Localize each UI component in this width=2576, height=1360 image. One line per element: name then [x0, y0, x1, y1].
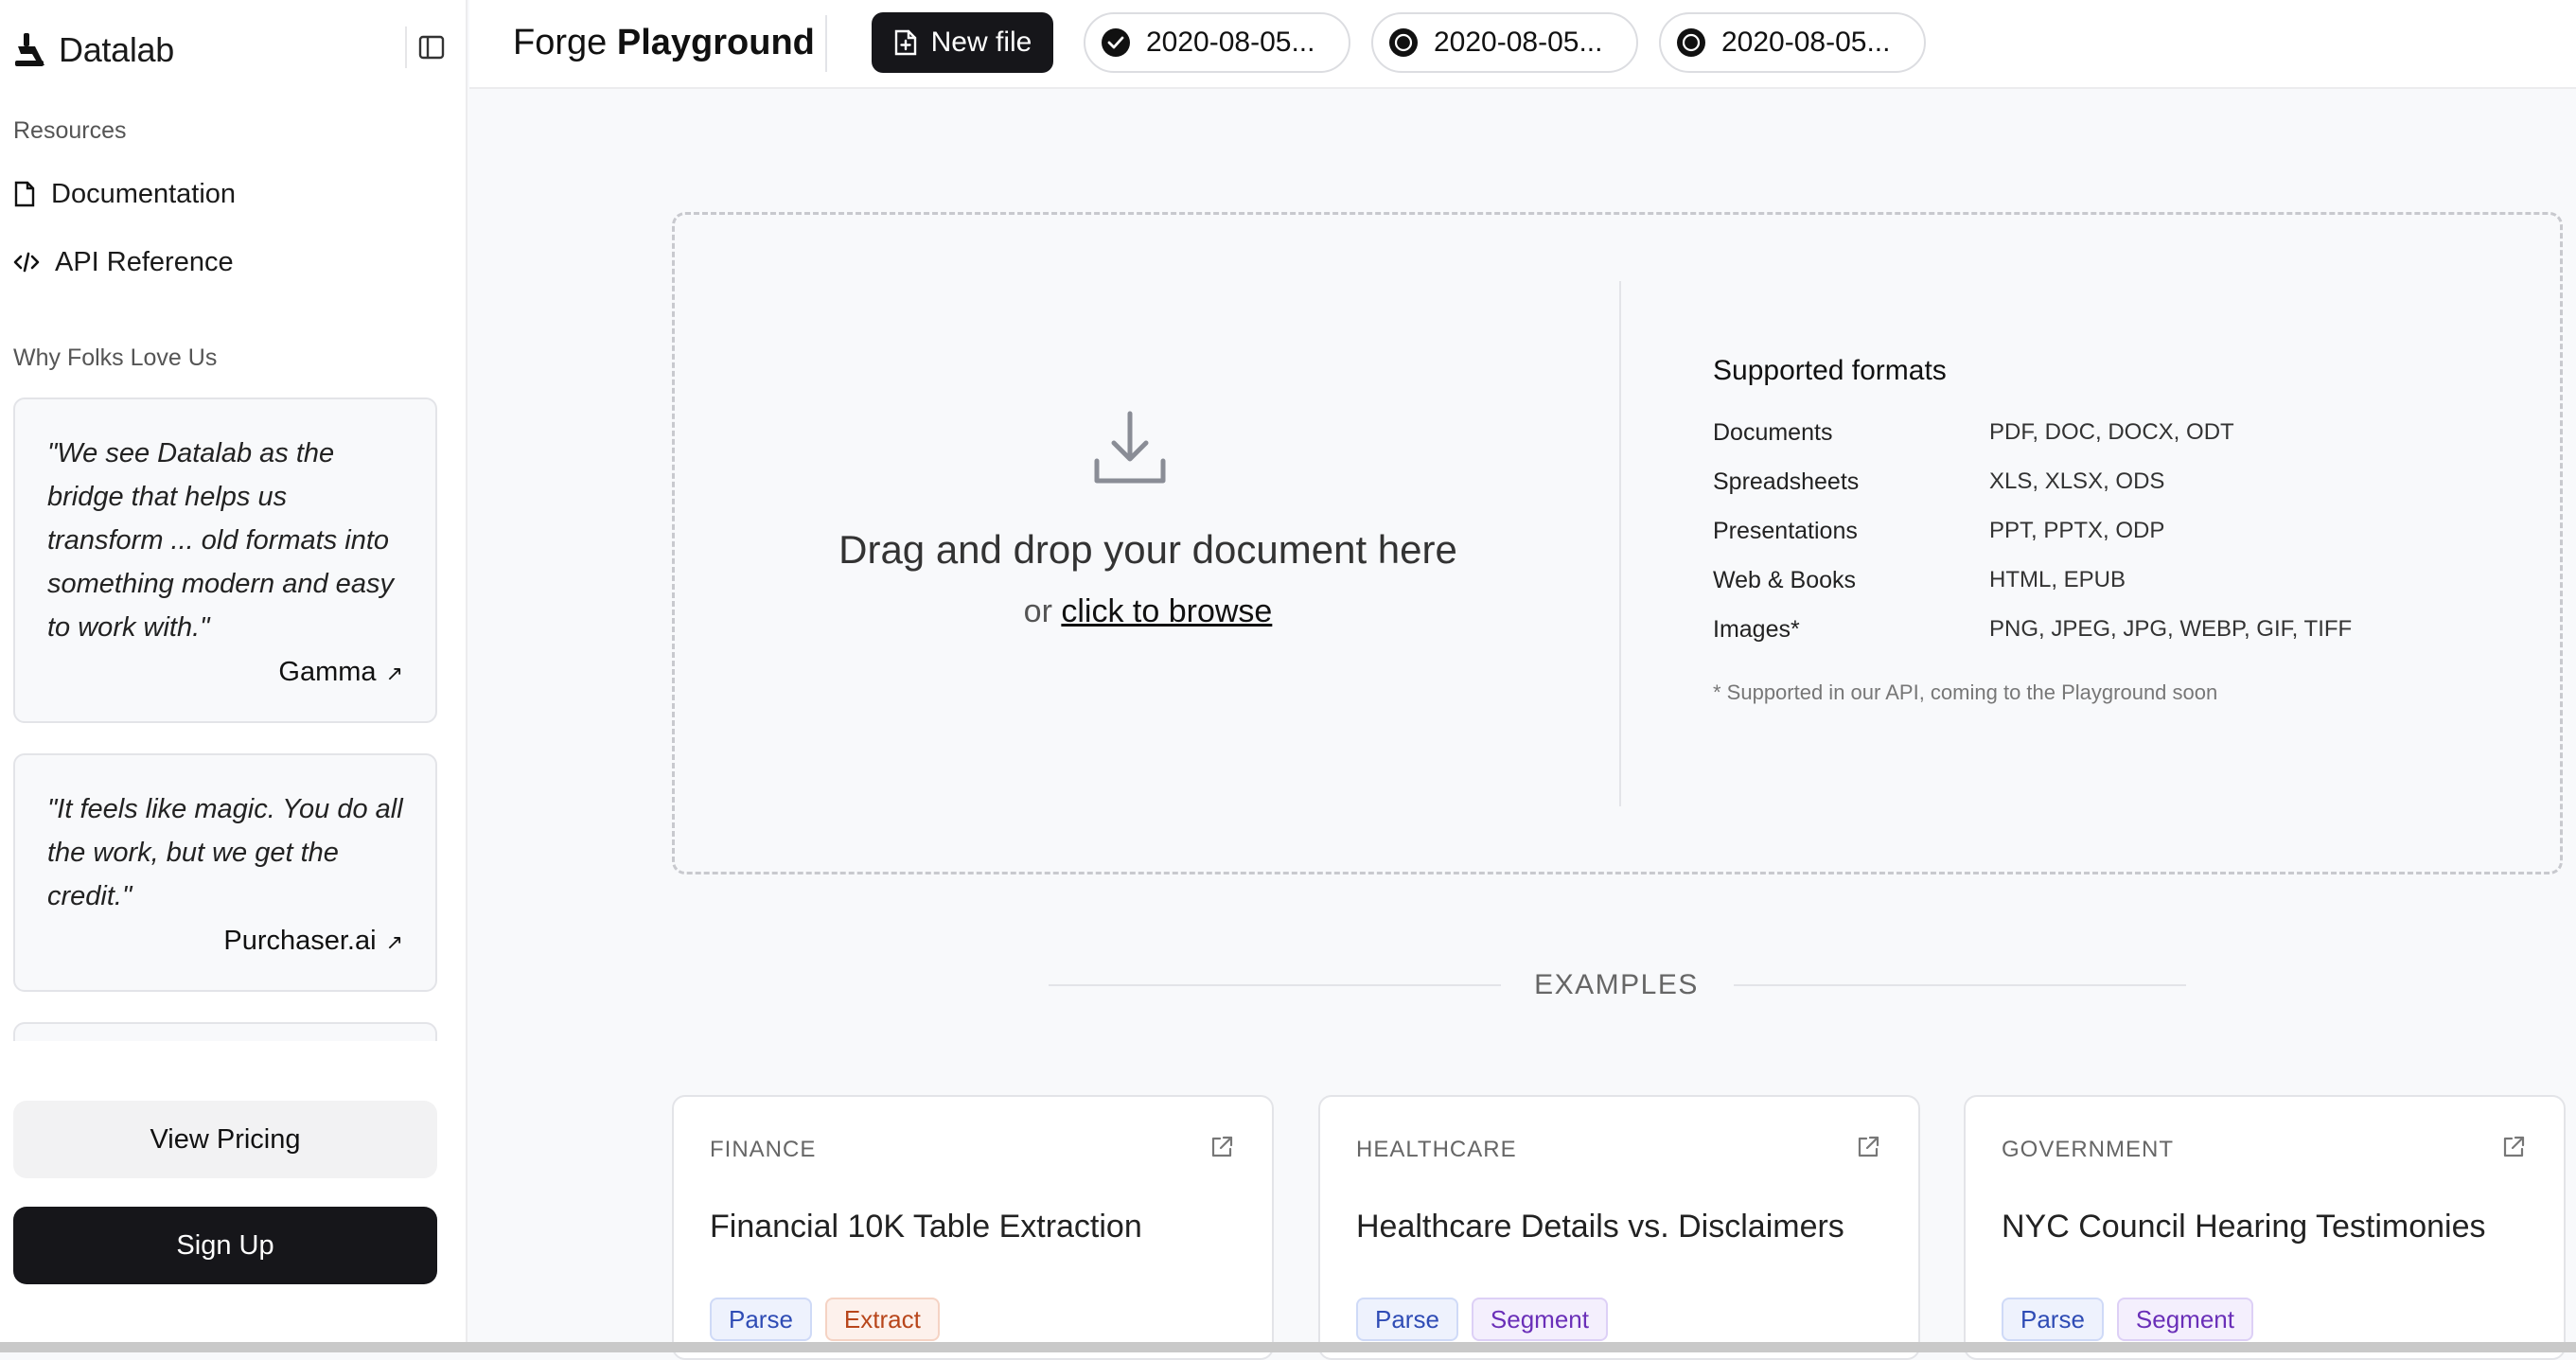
arrow-up-right-icon: ↗: [385, 930, 403, 954]
code-icon: [13, 252, 40, 273]
format-exts: PDF, DOC, DOCX, ODT: [1989, 419, 2234, 445]
page-title: Forge Playground: [513, 23, 815, 63]
tag-extract: Extract: [824, 1298, 940, 1341]
external-link-icon: [2503, 1136, 2525, 1157]
format-name: Documents: [1713, 418, 1833, 446]
header-divider: [825, 15, 827, 72]
upload-dropzone[interactable]: Drag and drop your document here or clic…: [672, 212, 2563, 874]
section-title-testimonials: Why Folks Love Us: [13, 344, 218, 371]
nav-item-api-reference[interactable]: API Reference: [13, 239, 234, 285]
testimonial-quote: "We see Datalab as the bridge that helps…: [47, 438, 394, 643]
nav-label: API Reference: [55, 246, 234, 277]
format-name: Images*: [1713, 615, 1800, 643]
new-file-label: New file: [930, 26, 1032, 58]
testimonial-author: Purchaser.ai: [223, 926, 377, 956]
example-card-finance[interactable]: FINANCE Financial 10K Table Extraction P…: [672, 1095, 1274, 1360]
sign-up-button[interactable]: Sign Up: [13, 1207, 437, 1284]
title-bold: Playground: [616, 23, 815, 62]
or-text: or: [1023, 593, 1052, 629]
card-category: HEALTHCARE: [1356, 1137, 1517, 1162]
view-pricing-button[interactable]: View Pricing: [13, 1101, 437, 1178]
examples-divider-left: [1049, 984, 1501, 986]
card-tags: Parse Segment: [1356, 1298, 1608, 1341]
card-category: FINANCE: [710, 1137, 817, 1162]
sidebar-toggle-icon: [418, 35, 445, 60]
nav-label: Documentation: [51, 178, 237, 209]
file-plus-icon: [894, 29, 916, 56]
new-file-button[interactable]: New file: [872, 12, 1053, 73]
arrow-up-right-icon: ↗: [385, 662, 403, 685]
tag-segment: Segment: [2116, 1298, 2253, 1341]
pending-circle-icon: [1389, 28, 1418, 57]
sidebar: Datalab Resources Documentation API Refe…: [0, 0, 468, 1342]
testimonial-author: Gamma: [278, 657, 377, 687]
examples-label: EXAMPLES: [1534, 969, 1699, 1000]
card-tags: Parse Extract: [710, 1298, 940, 1341]
card-title: NYC Council Hearing Testimonies: [2002, 1209, 2486, 1245]
file-icon: [14, 181, 35, 207]
example-card-healthcare[interactable]: HEALTHCARE Healthcare Details vs. Discla…: [1318, 1095, 1920, 1360]
examples-divider-right: [1734, 984, 2186, 986]
format-row: Documents PDF, DOC, DOCX, ODT: [1713, 408, 2352, 457]
file-tab-name: 2020-08-05...: [1721, 26, 1891, 58]
external-link-icon: [1858, 1136, 1879, 1157]
format-row: Images* PNG, JPEG, JPG, WEBP, GIF, TIFF: [1713, 605, 2352, 654]
supported-formats: Supported formats Documents PDF, DOC, DOC…: [1713, 355, 2352, 705]
window-bottom-edge: [0, 1342, 2576, 1352]
card-title: Financial 10K Table Extraction: [710, 1209, 1142, 1245]
section-title-resources: Resources: [13, 117, 127, 144]
pending-circle-icon: [1677, 28, 1705, 57]
datalab-logo-icon: [15, 33, 44, 66]
check-circle-icon: [1102, 28, 1130, 57]
card-category: GOVERNMENT: [2002, 1137, 2175, 1162]
format-exts: HTML, EPUB: [1989, 567, 2126, 592]
file-tab[interactable]: 2020-08-05...: [1371, 12, 1638, 73]
file-tab-name: 2020-08-05...: [1146, 26, 1315, 58]
logo[interactable]: Datalab: [13, 25, 174, 76]
format-exts: PNG, JPEG, JPG, WEBP, GIF, TIFF: [1989, 616, 2353, 642]
format-name: Presentations: [1713, 517, 1858, 544]
top-bar: Forge Playground New file 2020-08-05... …: [469, 0, 2576, 89]
file-tab[interactable]: 2020-08-05...: [1659, 12, 1926, 73]
testimonial-author-link[interactable]: Gamma ↗: [47, 657, 403, 688]
format-name: Web & Books: [1713, 566, 1857, 593]
formats-title: Supported formats: [1713, 355, 1947, 386]
format-exts: XLS, XLSX, ODS: [1989, 468, 2165, 494]
format-row: Presentations PPT, PPTX, ODP: [1713, 506, 2352, 556]
app-window: Datalab Resources Documentation API Refe…: [0, 0, 2576, 1360]
card-title: Healthcare Details vs. Disclaimers: [1356, 1209, 1844, 1245]
sidebar-toggle-button[interactable]: [405, 26, 447, 68]
example-card-government[interactable]: GOVERNMENT NYC Council Hearing Testimoni…: [1964, 1095, 2566, 1360]
formats-note: * Supported in our API, coming to the Pl…: [1713, 680, 2218, 704]
testimonial-quote: "It feels like magic. You do all the wor…: [47, 794, 403, 911]
dropzone-left: Drag and drop your document here or clic…: [675, 215, 1621, 872]
file-tab-name: 2020-08-05...: [1434, 26, 1603, 58]
tag-segment: Segment: [1471, 1298, 1608, 1341]
format-row: Spreadsheets XLS, XLSX, ODS: [1713, 457, 2352, 506]
browse-link[interactable]: click to browse: [1061, 593, 1272, 629]
tag-parse: Parse: [710, 1298, 812, 1341]
external-link-icon: [1211, 1136, 1233, 1157]
testimonial-author-link[interactable]: Purchaser.ai ↗: [47, 926, 403, 957]
tag-parse: Parse: [1356, 1298, 1458, 1341]
tag-parse: Parse: [2002, 1298, 2104, 1341]
format-row: Web & Books HTML, EPUB: [1713, 556, 2352, 605]
dropzone-title: Drag and drop your document here: [838, 527, 1457, 572]
file-tab[interactable]: 2020-08-05...: [1084, 12, 1350, 73]
download-icon: [1094, 411, 1166, 484]
nav-item-documentation[interactable]: Documentation: [13, 171, 236, 217]
brand-name: Datalab: [59, 30, 174, 69]
dropzone-divider: [1619, 281, 1621, 806]
testimonial-card: "It feels like magic. You do all the wor…: [13, 753, 437, 992]
testimonial-card-partial: [13, 1022, 437, 1041]
testimonial-card: "We see Datalab as the bridge that helps…: [13, 397, 437, 723]
card-tags: Parse Segment: [2002, 1298, 2253, 1341]
title-light: Forge: [513, 23, 608, 62]
format-name: Spreadsheets: [1713, 468, 1860, 495]
format-exts: PPT, PPTX, ODP: [1989, 518, 2165, 543]
dropzone-subtext: or click to browse: [675, 593, 1621, 630]
